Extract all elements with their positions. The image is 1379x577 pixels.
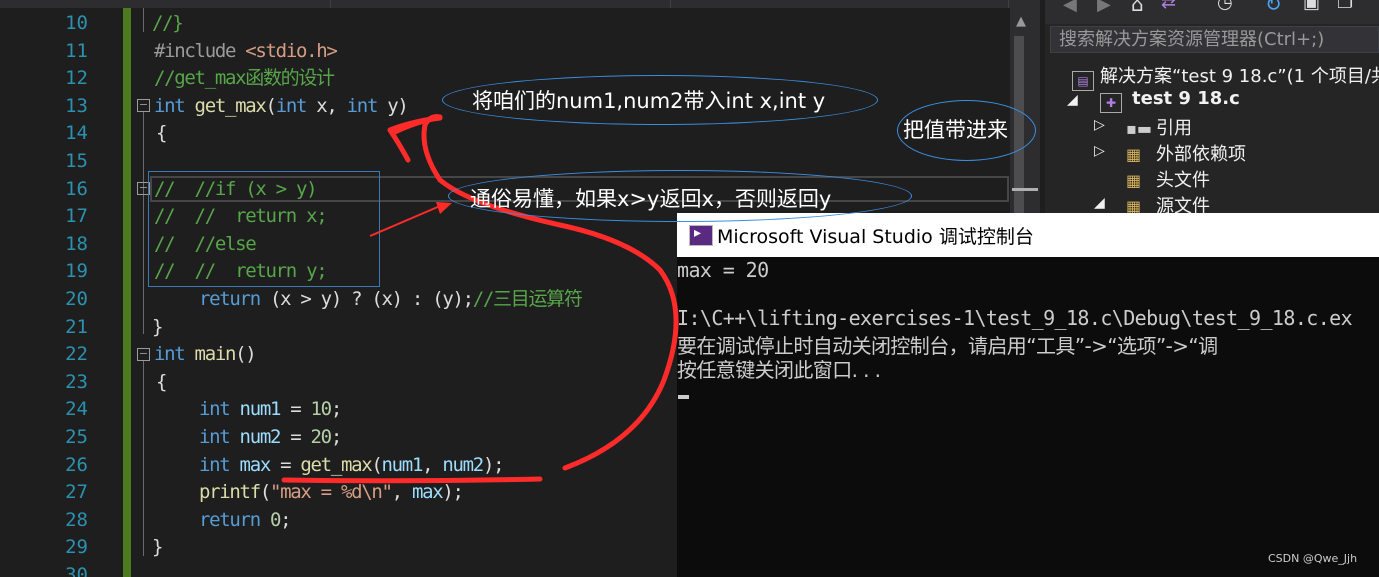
annotation-text: 通俗易懂，如果x>y返回x，否则返回y <box>470 187 832 211</box>
thin-arrow-head <box>436 202 452 214</box>
annotation-text: 将咱们的num1,num2带入int x,int y <box>472 89 826 113</box>
red-curve-path <box>421 114 679 471</box>
thin-arrow-line <box>369 205 441 237</box>
watermark: CSDN @Qwe_Jjh <box>1268 552 1358 565</box>
underline-get-max-call <box>281 476 543 484</box>
annotation-text: 把值带进来 <box>903 118 1008 142</box>
